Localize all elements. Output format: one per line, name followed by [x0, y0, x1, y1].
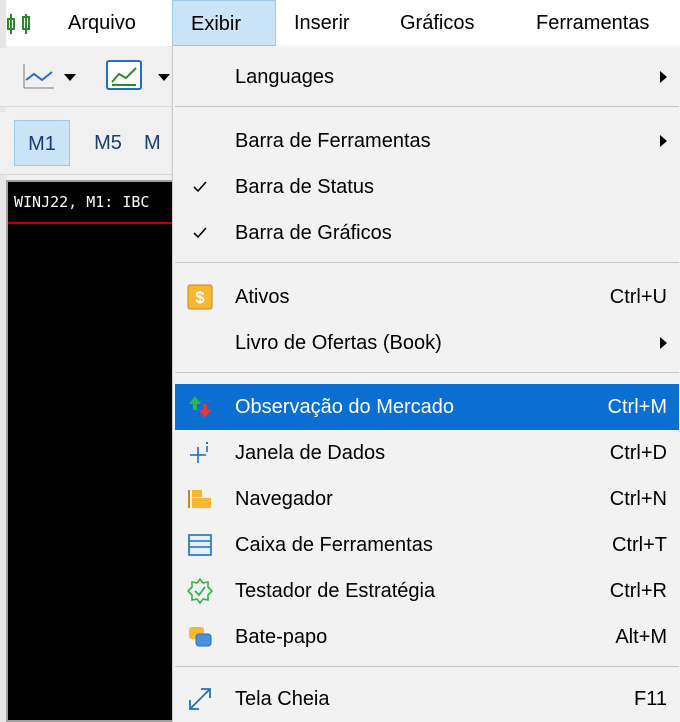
menu-item-label: Observação do Mercado — [235, 395, 455, 418]
menu-item-label: Bate-papo — [235, 625, 328, 648]
toolbox-icon — [187, 532, 213, 558]
menu-item-label: Tela Cheia — [235, 687, 330, 710]
dollar-icon: $ — [187, 284, 213, 310]
timeframe-m1-button[interactable]: M1 — [14, 120, 70, 166]
folder-icon — [187, 486, 213, 512]
menu-item-barra-de-ferramentas[interactable]: Barra de Ferramentas — [175, 118, 679, 164]
chart-template-button[interactable] — [104, 58, 174, 99]
menu-item-label: Navegador — [235, 487, 333, 510]
menu-bar: Arquivo Exibir Inserir Gráficos Ferramen… — [0, 0, 680, 46]
menu-item-shortcut: Ctrl+U — [609, 285, 667, 308]
check-icon — [187, 174, 213, 200]
gear-icon — [187, 578, 213, 604]
menu-item-shortcut: Ctrl+M — [607, 395, 667, 418]
svg-text:$: $ — [195, 288, 205, 307]
market-watch-icon — [187, 394, 213, 420]
line-chart-icon — [14, 60, 84, 97]
chart-window[interactable]: WINJ22, M1: IBC — [6, 180, 176, 722]
menu-item-navegador[interactable]: Navegador Ctrl+N — [175, 476, 679, 522]
crosshair-icon — [187, 440, 213, 466]
menu-arquivo[interactable]: Arquivo — [50, 0, 154, 46]
menu-item-tela-cheia[interactable]: Tela Cheia F11 — [175, 676, 679, 722]
submenu-arrow-icon — [660, 71, 667, 83]
menu-inserir[interactable]: Inserir — [276, 0, 368, 46]
menu-item-barra-de-status[interactable]: Barra de Status — [175, 164, 679, 210]
menu-item-barra-de-graficos[interactable]: Barra de Gráficos — [175, 210, 679, 256]
chat-icon — [187, 624, 213, 650]
menu-item-shortcut: Alt+M — [615, 625, 667, 648]
menu-item-bate-papo[interactable]: Bate-papo Alt+M — [175, 614, 679, 660]
menu-item-shortcut: Ctrl+R — [609, 579, 667, 602]
menu-item-testador-de-estrategia[interactable]: Testador de Estratégia Ctrl+R — [175, 568, 679, 614]
menu-ferramentas[interactable]: Ferramentas — [518, 0, 667, 46]
menu-item-languages[interactable]: Languages — [175, 54, 679, 100]
app-logo-icon — [6, 12, 34, 36]
timeframe-m5-button[interactable]: M5 — [80, 120, 136, 166]
menu-item-shortcut: Ctrl+T — [612, 533, 667, 556]
menu-item-shortcut: Ctrl+D — [609, 441, 667, 464]
menu-item-label: Barra de Ferramentas — [235, 129, 431, 152]
chart-template-icon — [104, 58, 174, 99]
menu-item-label: Ativos — [235, 285, 290, 308]
menu-item-label: Testador de Estratégia — [235, 579, 436, 602]
menu-item-label: Barra de Status — [235, 175, 374, 198]
timeframe-m15-button[interactable]: M — [144, 120, 174, 166]
menu-item-livro-de-ofertas[interactable]: Livro de Ofertas (Book) — [175, 320, 679, 366]
menu-graficos[interactable]: Gráficos — [382, 0, 492, 46]
menu-item-caixa-de-ferramentas[interactable]: Caixa de Ferramentas Ctrl+T — [175, 522, 679, 568]
menu-item-observacao-do-mercado[interactable]: Observação do Mercado Ctrl+M — [175, 384, 679, 430]
menu-item-shortcut: Ctrl+N — [609, 487, 667, 510]
menu-separator — [175, 106, 679, 107]
menu-item-label: Caixa de Ferramentas — [235, 533, 433, 556]
fullscreen-icon — [187, 686, 213, 712]
menu-item-shortcut: F11 — [634, 687, 667, 710]
menu-item-label: Barra de Gráficos — [235, 221, 392, 244]
menu-item-label: Janela de Dados — [235, 441, 386, 464]
menu-item-label: Languages — [235, 65, 334, 88]
menu-separator — [175, 372, 679, 373]
exibir-dropdown-menu: Languages Barra de Ferramentas Barra de … — [172, 46, 680, 722]
submenu-arrow-icon — [660, 337, 667, 349]
submenu-arrow-icon — [660, 135, 667, 147]
menu-item-label: Livro de Ofertas (Book) — [235, 331, 442, 354]
check-icon — [187, 220, 213, 246]
chart-title: WINJ22, M1: IBC — [8, 182, 174, 224]
line-chart-button[interactable] — [14, 62, 84, 94]
menu-item-janela-de-dados[interactable]: Janela de Dados Ctrl+D — [175, 430, 679, 476]
menu-separator — [175, 262, 679, 263]
menu-exibir[interactable]: Exibir — [172, 0, 276, 46]
menu-separator — [175, 666, 679, 667]
menu-item-ativos[interactable]: $ Ativos Ctrl+U — [175, 274, 679, 320]
